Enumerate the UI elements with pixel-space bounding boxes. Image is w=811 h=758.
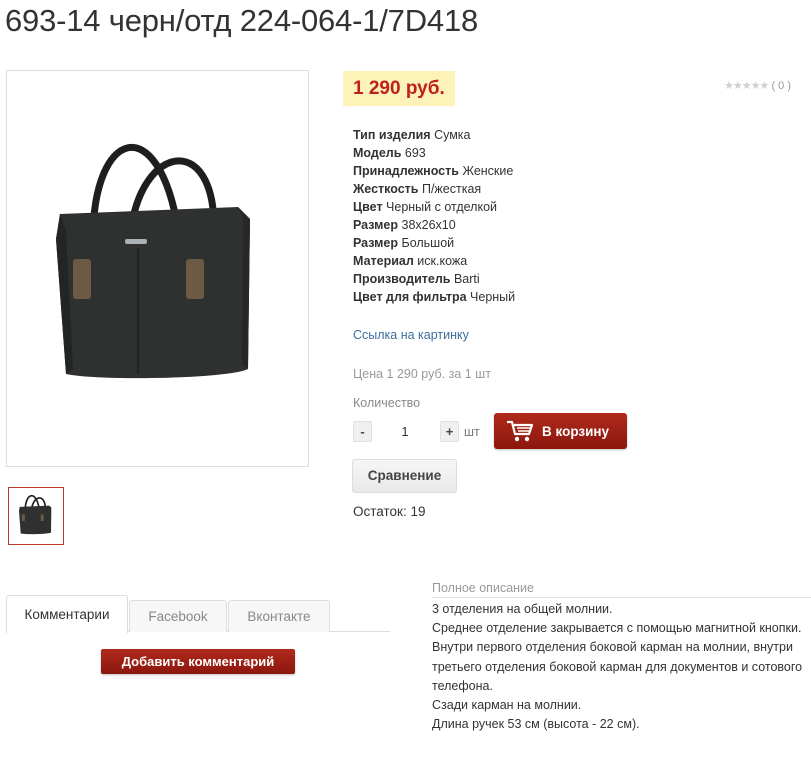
description-body: 3 отделения на общей молнии. Среднее отд…	[432, 600, 807, 734]
add-comment-button[interactable]: Добавить комментарий	[101, 649, 295, 674]
property-row: Производитель Barti	[353, 272, 480, 286]
description-line: Среднее отделение закрывается с помощью …	[432, 621, 802, 636]
property-row: Размер Большой	[353, 236, 455, 250]
property-row: Материал иск.кожа	[353, 254, 468, 268]
tab-vkontakte[interactable]: Вконтакте	[228, 600, 330, 632]
add-to-cart-button[interactable]: В корзину	[494, 413, 627, 449]
compare-button[interactable]: Сравнение	[352, 459, 457, 493]
price-badge: 1 290 руб.	[343, 71, 455, 106]
description-line: Длина ручек 53 см (высота - 22 см).	[432, 717, 640, 732]
description-line: Сзади карман на молнии.	[432, 698, 582, 713]
quantity-label: Количество	[353, 396, 421, 410]
property-row: Тип изделия Сумка	[353, 128, 471, 142]
description-line: 3 отделения на общей молнии.	[432, 602, 613, 616]
add-to-cart-label: В корзину	[542, 423, 610, 439]
quantity-unit: шт	[464, 425, 480, 439]
description-heading: Полное описание	[432, 581, 811, 598]
quantity-increase-button[interactable]: +	[440, 421, 459, 442]
property-row: Принадлежность Женские	[353, 164, 514, 178]
property-row: Цвет для фильтра Черный	[353, 290, 516, 304]
product-properties: Тип изделия Сумка Модель 693 Принадлежно…	[353, 126, 515, 306]
property-row: Жесткость П/жесткая	[353, 182, 482, 196]
product-main-image[interactable]	[6, 70, 309, 467]
quantity-input[interactable]: 1	[374, 421, 436, 442]
property-row: Цвет Черный с отделкой	[353, 200, 498, 214]
tab-facebook[interactable]: Facebook	[129, 600, 227, 632]
comment-tabs: Комментарии Facebook Вконтакте	[6, 595, 390, 633]
property-row: Модель 693	[353, 146, 426, 160]
tab-comments[interactable]: Комментарии	[6, 595, 128, 633]
price-per-unit: Цена 1 290 руб. за 1 шт	[353, 367, 491, 381]
handbag-image	[55, 143, 250, 378]
property-row: Размер 38х26х10	[353, 218, 456, 232]
handbag-thumbnail-image	[19, 494, 52, 535]
description-line: Внутри первого отделения боковой карман …	[432, 640, 803, 693]
quantity-decrease-button[interactable]: -	[353, 421, 372, 442]
page-title: 693-14 черн/отд 224-064-1/7D418	[5, 3, 479, 38]
rating[interactable]: ★★★★★ ( 0 )	[724, 79, 791, 92]
star-icon[interactable]: ★★★★★	[724, 80, 769, 92]
image-link[interactable]: Ссылка на картинку	[353, 328, 469, 342]
stock-count: Остаток: 19	[353, 504, 426, 519]
shopping-cart-icon	[506, 419, 534, 443]
rating-count: ( 0 )	[771, 80, 791, 92]
product-thumbnail[interactable]	[8, 487, 64, 545]
